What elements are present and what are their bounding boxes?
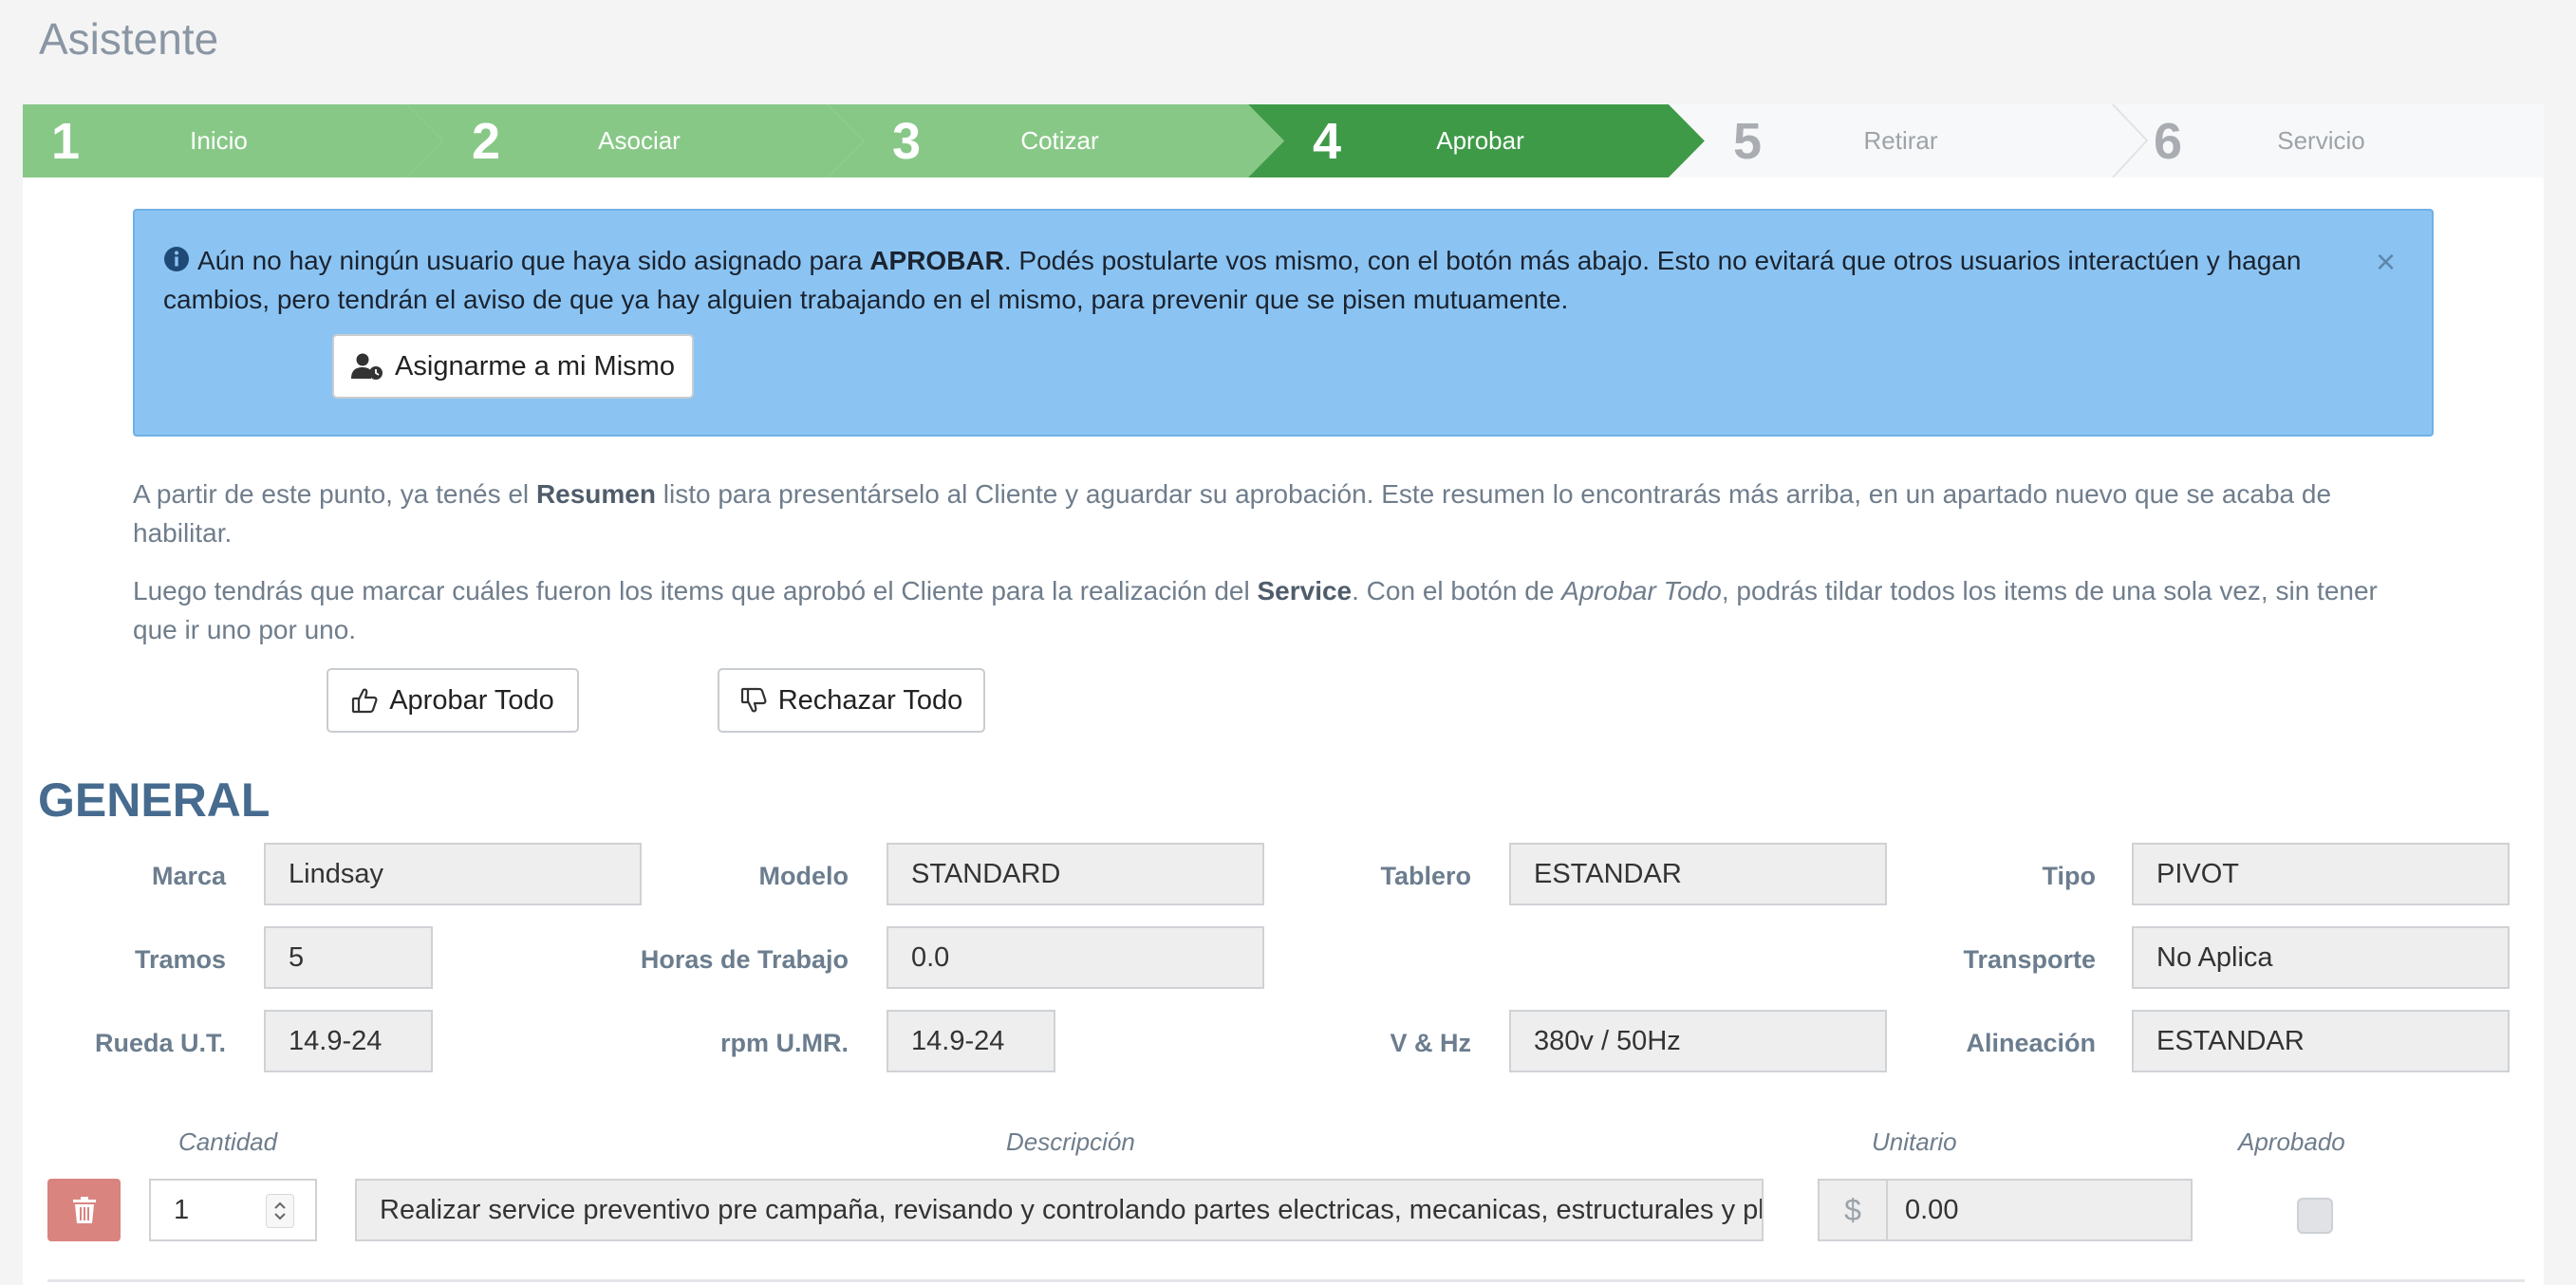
wizard-step-aprobar[interactable]: 4 Aprobar [1284,104,1705,177]
intro-text: Luego tendrás que marcar cuáles fueron l… [133,576,1258,605]
step-number: 3 [892,112,922,170]
tipo-label: Tipo [2042,862,2097,890]
v-hz-label: V & Hz [1390,1029,1471,1057]
info-icon [164,247,189,271]
modelo-label: Modelo [758,862,849,890]
rpm-umr-field: 14.9-24 [887,1010,1055,1072]
alineacion-label: Alineación [1966,1029,2096,1057]
tipo-field: PIVOT [2132,843,2510,905]
v-hz-field: 380v / 50Hz [1509,1010,1887,1072]
intro-text: A partir de este punto, ya tenés el [133,479,536,509]
reject-all-label: Rechazar Todo [777,684,963,716]
user-clock-icon [351,353,383,380]
approve-all-button[interactable]: Aprobar Todo [327,668,579,733]
step-number: 1 [51,112,81,170]
alineacion-field: ESTANDAR [2132,1010,2510,1072]
assign-myself-label: Asignarme a mi Mismo [395,350,675,382]
step-label: Inicio [190,126,248,155]
thumbs-down-icon [740,687,767,713]
intro-bold: Resumen [535,479,656,509]
alert-text-start: Aún no hay ningún usuario que haya sido … [197,246,870,275]
step-label: Servicio [2277,126,2365,155]
tablero-field: ESTANDAR [1509,843,1887,905]
step-number: 6 [2154,112,2183,170]
marca-field: Lindsay [264,843,642,905]
step-number: 2 [472,112,501,170]
quantity-value: 1 [174,1194,190,1225]
intro-italic: Aprobar Todo [1561,576,1722,605]
unit-price-value: 0.00 [1905,1194,1959,1225]
close-icon[interactable]: × [2376,245,2396,279]
step-number: 4 [1313,112,1342,170]
tablero-label: Tablero [1380,862,1471,890]
step-label: Retirar [1863,126,1938,155]
wizard-steps: 1 Inicio 2 Asociar 3 Cotizar 4 Aprobar 5… [23,104,2544,177]
divider [47,1279,2525,1282]
modelo-field: STANDARD [887,843,1264,905]
horas-trabajo-field: 0.0 [887,926,1264,989]
stepper-arrows-icon[interactable] [266,1194,294,1228]
approve-all-label: Aprobar Todo [389,684,554,716]
transporte-field: No Aplica [2132,926,2510,989]
approved-checkbox[interactable] [2297,1198,2333,1234]
wizard-step-asociar[interactable]: 2 Asociar [443,104,864,177]
delete-item-button[interactable] [47,1179,121,1241]
currency-symbol: $ [1820,1181,1888,1239]
wizard-step-inicio[interactable]: 1 Inicio [23,104,443,177]
general-section-title: GENERAL [38,773,271,827]
intro-text: . Con el botón de [1352,576,1562,605]
step-number: 5 [1733,112,1763,170]
intro-paragraph-approve: Luego tendrás que marcar cuáles fueron l… [133,571,2411,649]
marca-label: Marca [151,862,226,890]
tramos-label: Tramos [134,945,226,974]
horas-trabajo-label: Horas de Trabajo [640,945,849,974]
rueda-ut-field: 14.9-24 [264,1010,433,1072]
header-descripcion: Descripción [1006,1127,1135,1156]
step-label: Asociar [598,126,681,155]
alert-message: Aún no hay ningún usuario que haya sido … [163,241,2346,319]
step-label: Cotizar [1020,126,1099,155]
tramos-field: 5 [264,926,433,989]
page-title: Asistente [39,14,219,64]
assign-myself-button[interactable]: Asignarme a mi Mismo [332,334,694,399]
rueda-ut-label: Rueda U.T. [94,1029,226,1057]
header-unitario: Unitario [1872,1127,1957,1156]
wizard-step-cotizar[interactable]: 3 Cotizar [864,104,1284,177]
header-cantidad: Cantidad [178,1127,278,1156]
wizard-step-servicio[interactable]: 6 Servicio [2125,104,2546,177]
header-aprobado: Aprobado [2238,1127,2345,1156]
unit-price-field: $ 0.00 [1818,1179,2193,1241]
quantity-stepper[interactable]: 1 [149,1179,317,1241]
wizard-step-retirar[interactable]: 5 Retirar [1705,104,2125,177]
intro-paragraph-summary: A partir de este punto, ya tenés el Resu… [133,475,2411,552]
trash-icon [72,1197,96,1223]
info-alert: Aún no hay ningún usuario que haya sido … [133,209,2434,437]
intro-bold: Service [1257,576,1353,605]
step-label: Aprobar [1436,126,1524,155]
reject-all-button[interactable]: Rechazar Todo [718,668,985,733]
alert-text-step: APROBAR [869,246,1004,275]
rpm-umr-label: rpm U.MR. [720,1029,849,1057]
transporte-label: Transporte [1963,945,2096,974]
description-field: Realizar service preventivo pre campaña,… [355,1179,1764,1241]
thumbs-up-icon [352,688,378,714]
